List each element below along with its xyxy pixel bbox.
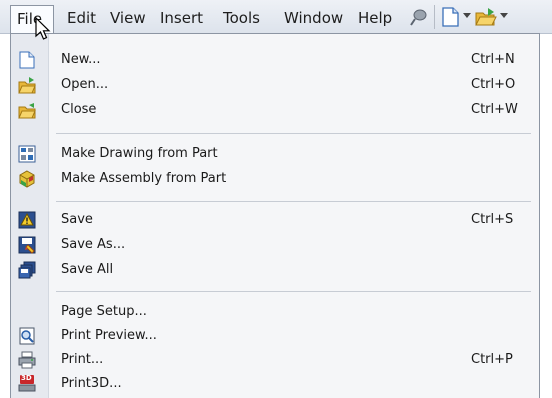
menu-help[interactable]: Help [358, 8, 392, 28]
open-folder-icon[interactable] [474, 6, 498, 28]
print-preview-icon [19, 327, 35, 345]
menu-item-close[interactable]: Close Ctrl+W [11, 98, 539, 122]
menu-item-label: Make Drawing from Part [61, 146, 218, 161]
save-as-icon [18, 236, 36, 254]
menu-separator [56, 201, 531, 202]
open-folder-icon [18, 77, 36, 94]
menu-window[interactable]: Window [284, 8, 343, 28]
menu-item-label: Save All [61, 262, 114, 277]
menu-item-page-setup[interactable]: Page Setup... [11, 300, 539, 324]
dropdown-arrow-icon[interactable] [500, 13, 508, 19]
menu-item-shortcut: Ctrl+P [471, 352, 513, 367]
menu-item-label: Print... [61, 352, 104, 367]
menu-item-shortcut: Ctrl+W [471, 102, 518, 117]
toolbar-divider [434, 5, 435, 29]
menu-item-print3d[interactable]: 3D Print3D... [11, 372, 539, 396]
menu-item-print[interactable]: Print... Ctrl+P [11, 348, 539, 372]
menu-item-make-drawing[interactable]: Make Drawing from Part [11, 142, 539, 166]
file-menu-dropdown: New... Ctrl+N Open... Ctrl+O Close Ctrl+… [10, 33, 540, 398]
printer-icon [18, 351, 36, 369]
menu-item-label: Make Assembly from Part [61, 171, 227, 186]
menu-item-save[interactable]: Save Ctrl+S [11, 208, 539, 232]
close-folder-icon [18, 103, 36, 119]
menu-item-label: Print Preview... [61, 328, 157, 343]
menu-item-label: Save [61, 212, 93, 227]
save-icon [18, 211, 36, 229]
dropdown-arrow-icon[interactable] [463, 13, 471, 19]
menu-bar: File Edit View Insert Tools Window Help [0, 0, 552, 34]
menu-tools[interactable]: Tools [223, 8, 260, 28]
pushpin-icon[interactable] [409, 6, 429, 28]
menu-insert[interactable]: Insert [160, 8, 203, 28]
menu-item-label: Close [61, 102, 97, 117]
menu-separator [56, 133, 531, 134]
menu-item-label: Page Setup... [61, 304, 147, 319]
menu-item-label: Open... [61, 77, 109, 92]
new-document-icon[interactable] [440, 6, 460, 28]
menu-item-new[interactable]: New... Ctrl+N [11, 48, 539, 72]
menu-item-shortcut: Ctrl+N [471, 52, 515, 67]
menu-item-print-preview[interactable]: Print Preview... [11, 324, 539, 348]
new-document-icon [19, 51, 35, 69]
menu-view[interactable]: View [110, 8, 146, 28]
menu-item-label: New... [61, 52, 101, 67]
save-all-icon [18, 261, 36, 279]
mouse-cursor-icon [35, 17, 51, 40]
print3d-icon-glyph: 3D [21, 374, 32, 382]
menu-item-label: Save As... [61, 237, 126, 252]
menu-item-shortcut: Ctrl+O [471, 77, 516, 92]
menu-edit[interactable]: Edit [67, 8, 96, 28]
menu-separator [56, 291, 531, 292]
menu-item-make-assembly[interactable]: Make Assembly from Part [11, 167, 539, 191]
menu-item-shortcut: Ctrl+S [471, 212, 514, 227]
menu-item-label: Print3D... [61, 376, 122, 391]
make-assembly-icon [19, 170, 35, 188]
menu-item-save-all[interactable]: Save All [11, 258, 539, 282]
menu-item-save-as[interactable]: Save As... [11, 233, 539, 257]
make-drawing-icon [18, 145, 36, 163]
menu-item-open[interactable]: Open... Ctrl+O [11, 73, 539, 97]
